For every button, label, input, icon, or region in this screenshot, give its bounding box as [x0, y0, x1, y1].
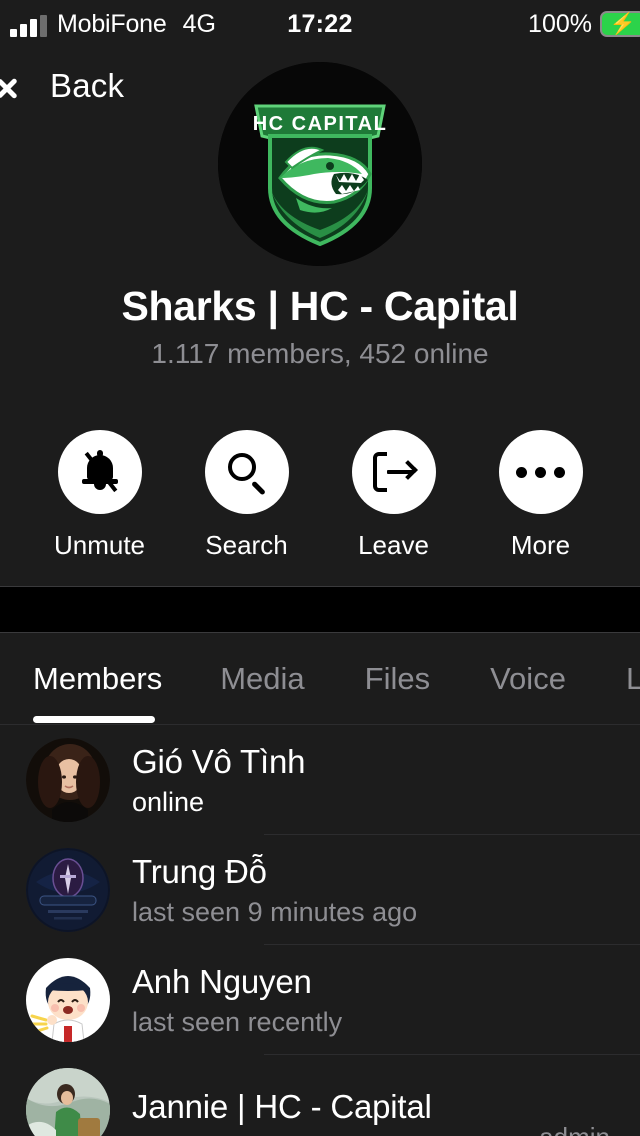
search-button[interactable]: Search — [187, 430, 307, 561]
group-title: Sharks | HC - Capital — [121, 283, 519, 329]
active-tab-indicator — [33, 716, 155, 723]
svg-text:HC CAPITAL: HC CAPITAL — [253, 113, 388, 135]
avatar — [26, 958, 110, 1042]
unmute-button[interactable]: Unmute — [40, 430, 160, 561]
tab-members-label: Members — [33, 661, 163, 696]
unmute-button-circle — [57, 430, 142, 514]
exit-icon — [371, 449, 418, 493]
list-item-body: Gió Vô Tình online — [132, 725, 640, 835]
avatar-cartoon-icon — [26, 958, 110, 1042]
list-item[interactable]: Gió Vô Tình online — [0, 725, 640, 835]
avatar-photo-woman-icon — [26, 738, 110, 822]
avatar — [26, 738, 110, 822]
member-name: Anh Nguyen — [132, 962, 312, 1000]
tab-files-label: Files — [364, 661, 431, 696]
group-profile-screen: MobiFone 4G 17:22 100% ⚡ Back HC CAPITAL — [0, 0, 640, 1136]
member-name: Trung Đỗ — [132, 852, 267, 890]
more-button[interactable]: More — [481, 430, 601, 561]
tab-media[interactable]: Media — [190, 633, 334, 725]
avatar-photo-outdoor-icon — [26, 1068, 110, 1136]
list-item[interactable]: Anh Nguyen last seen recently — [0, 945, 640, 1055]
avatar — [26, 848, 110, 932]
list-item[interactable]: Trung Đỗ last seen 9 minutes ago — [0, 835, 640, 945]
member-status: last seen 9 minutes ago — [132, 896, 418, 927]
search-button-circle — [204, 430, 289, 514]
black-spacer — [0, 587, 640, 632]
tab-media-label: Media — [220, 661, 305, 696]
ellipsis-icon — [516, 466, 565, 478]
tab-links[interactable]: Links — [596, 633, 640, 725]
avatar-emblem-icon — [26, 848, 110, 932]
avatar — [26, 1068, 110, 1136]
leave-button-label: Leave — [358, 530, 429, 560]
battery-percent-label: 100% — [528, 9, 592, 38]
member-status: last seen recently — [132, 1006, 343, 1037]
tab-files[interactable]: Files — [335, 633, 460, 725]
action-buttons-row: Unmute Search Leave More — [0, 430, 640, 561]
tab-bar: Members Media Files Voice Links — [0, 633, 640, 725]
tab-voice[interactable]: Voice — [460, 633, 596, 725]
search-button-label: Search — [205, 530, 288, 560]
bell-slash-icon — [78, 450, 122, 494]
group-members-subtitle: 1.117 members, 452 online — [151, 338, 489, 369]
search-icon — [225, 450, 269, 496]
back-button-label: Back — [50, 67, 125, 104]
list-item-body: Jannie | HC - Capital admin — [132, 1055, 640, 1136]
more-button-label: More — [510, 530, 571, 560]
member-status: online — [132, 786, 205, 817]
list-item-body: Anh Nguyen last seen recently — [132, 945, 640, 1055]
tab-voice-label: Voice — [490, 661, 566, 696]
member-name: Jannie | HC - Capital — [132, 1088, 432, 1125]
list-item-body: Trung Đỗ last seen 9 minutes ago — [132, 835, 640, 945]
status-badge: admin — [539, 1122, 610, 1136]
leave-button[interactable]: Leave — [334, 430, 454, 561]
members-list[interactable]: Gió Vô Tình online Trung Đỗ last seen 9 … — [0, 725, 640, 1136]
group-avatar[interactable]: HC CAPITAL — [218, 62, 422, 266]
chevron-left-icon — [12, 69, 38, 103]
back-button[interactable]: Back — [12, 58, 124, 114]
status-bar: MobiFone 4G 17:22 100% ⚡ — [0, 0, 640, 48]
member-name: Gió Vô Tình — [132, 742, 306, 780]
more-button-circle — [498, 430, 583, 514]
tab-links-label: Links — [625, 661, 640, 696]
leave-button-circle — [351, 430, 436, 514]
status-bar-right: 100% ⚡ — [528, 0, 640, 48]
hc-capital-shark-logo-icon: HC CAPITAL — [218, 62, 422, 266]
battery-charging-icon: ⚡ — [600, 11, 640, 37]
unmute-button-label: Unmute — [53, 530, 146, 560]
list-item[interactable]: Jannie | HC - Capital admin — [0, 1055, 640, 1136]
tab-members[interactable]: Members — [0, 633, 190, 725]
